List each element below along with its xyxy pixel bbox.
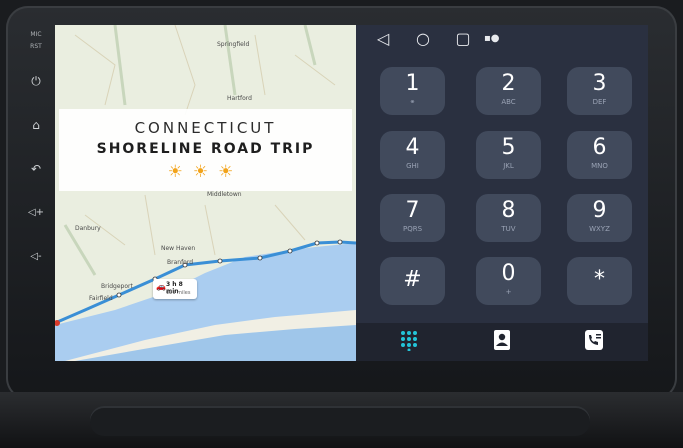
tab-call-log[interactable] bbox=[581, 329, 607, 355]
map-graphic bbox=[55, 25, 356, 361]
town-new-haven: New Haven bbox=[161, 245, 196, 252]
tab-dialpad[interactable] bbox=[396, 329, 422, 355]
dashboard bbox=[0, 392, 683, 448]
key-digit: 1 bbox=[405, 71, 420, 96]
status-icons: ▪● bbox=[484, 33, 500, 44]
nav-recents-icon[interactable]: ▢ bbox=[452, 29, 474, 49]
town-middletown: Middletown bbox=[207, 191, 242, 198]
key-letters: MNO bbox=[591, 162, 608, 170]
key-letters: ⚭ bbox=[409, 98, 416, 106]
route-distance: 121 miles bbox=[166, 290, 191, 296]
key-1[interactable]: 1 ⚭ bbox=[380, 67, 445, 115]
key-letters: DEF bbox=[592, 98, 607, 106]
contacts-icon bbox=[494, 330, 510, 350]
key-digit: 7 bbox=[405, 198, 420, 223]
town-branford: Branford bbox=[167, 259, 194, 266]
key-digit: 8 bbox=[501, 198, 516, 223]
key-star[interactable]: * bbox=[567, 257, 632, 305]
home-icon[interactable]: ⌂ bbox=[22, 114, 50, 136]
key-letters: TUV bbox=[501, 225, 516, 233]
key-0[interactable]: 0 + bbox=[476, 257, 541, 305]
dialer-tab-bar bbox=[356, 323, 648, 361]
key-letters: WXYZ bbox=[589, 225, 610, 233]
key-letters: PQRS bbox=[402, 225, 423, 233]
key-3[interactable]: 3 DEF bbox=[567, 67, 632, 115]
key-letters: + bbox=[505, 288, 512, 296]
town-danbury: Danbury bbox=[75, 225, 101, 232]
volume-up-icon[interactable]: ◁+ bbox=[22, 202, 50, 224]
key-letters: GHI bbox=[406, 162, 419, 170]
nav-back-icon[interactable]: ◁ bbox=[372, 29, 394, 49]
town-bridgeport: Bridgeport bbox=[101, 283, 133, 290]
nav-home-icon[interactable]: ○ bbox=[412, 29, 434, 49]
dialpad-icon bbox=[401, 331, 417, 352]
key-4[interactable]: 4 GHI bbox=[380, 131, 445, 179]
key-digit: 4 bbox=[405, 135, 420, 160]
key-2[interactable]: 2 ABC bbox=[476, 67, 541, 115]
route-info-chip[interactable]: 🚗 3 h 8 min 121 miles bbox=[153, 279, 197, 299]
key-digit: # bbox=[403, 267, 422, 292]
key-7[interactable]: 7 PQRS bbox=[380, 194, 445, 242]
call-log-icon bbox=[585, 330, 603, 350]
key-digit: 6 bbox=[592, 135, 607, 160]
power-icon[interactable]: ⏻ bbox=[22, 70, 50, 92]
trip-title-banner: CONNECTICUT SHORELINE ROAD TRIP ☀☀☀ bbox=[59, 109, 352, 191]
town-hartford: Hartford bbox=[227, 95, 252, 102]
phone-dialer-panel: ◁ ○ ▢ ▪● 1 ⚭ 2 ABC 3 DEF 4 GHI 5 JKL 6 MNO 7 PQRS 8 TUV… bbox=[356, 25, 648, 361]
key-digit: 3 bbox=[592, 71, 607, 96]
map-panel[interactable]: Springfield Hartford Middletown Danbury … bbox=[55, 25, 356, 361]
car-icon: 🚗 bbox=[156, 282, 166, 291]
banner-subtitle: SHORELINE ROAD TRIP bbox=[96, 141, 315, 157]
android-nav-bar: ◁ ○ ▢ ▪● bbox=[356, 25, 648, 55]
key-5[interactable]: 5 JKL bbox=[476, 131, 541, 179]
key-9[interactable]: 9 WXYZ bbox=[567, 194, 632, 242]
dashboard-vent bbox=[90, 406, 590, 436]
sun-icons: ☀☀☀ bbox=[167, 162, 244, 182]
back-icon[interactable]: ↶ bbox=[22, 158, 50, 180]
key-digit: * bbox=[594, 267, 605, 292]
key-letters: JKL bbox=[503, 162, 514, 170]
key-digit: 9 bbox=[592, 198, 607, 223]
hardware-button-rail: MIC RST ⏻ ⌂ ↶ ◁+ ◁- bbox=[22, 30, 50, 330]
banner-title: CONNECTICUT bbox=[134, 119, 277, 137]
touch-screen: Springfield Hartford Middletown Danbury … bbox=[55, 25, 648, 361]
key-digit: 0 bbox=[501, 261, 516, 286]
key-8[interactable]: 8 TUV bbox=[476, 194, 541, 242]
key-letters: ABC bbox=[501, 98, 516, 106]
volume-down-icon[interactable]: ◁- bbox=[22, 246, 50, 268]
key-hash[interactable]: # bbox=[380, 257, 445, 305]
key-6[interactable]: 6 MNO bbox=[567, 131, 632, 179]
town-springfield: Springfield bbox=[217, 41, 250, 48]
town-fairfield: Fairfield bbox=[89, 295, 113, 302]
key-digit: 2 bbox=[501, 71, 516, 96]
rst-label: RST bbox=[30, 43, 42, 50]
key-digit: 5 bbox=[501, 135, 516, 160]
tab-contacts[interactable] bbox=[489, 329, 515, 355]
